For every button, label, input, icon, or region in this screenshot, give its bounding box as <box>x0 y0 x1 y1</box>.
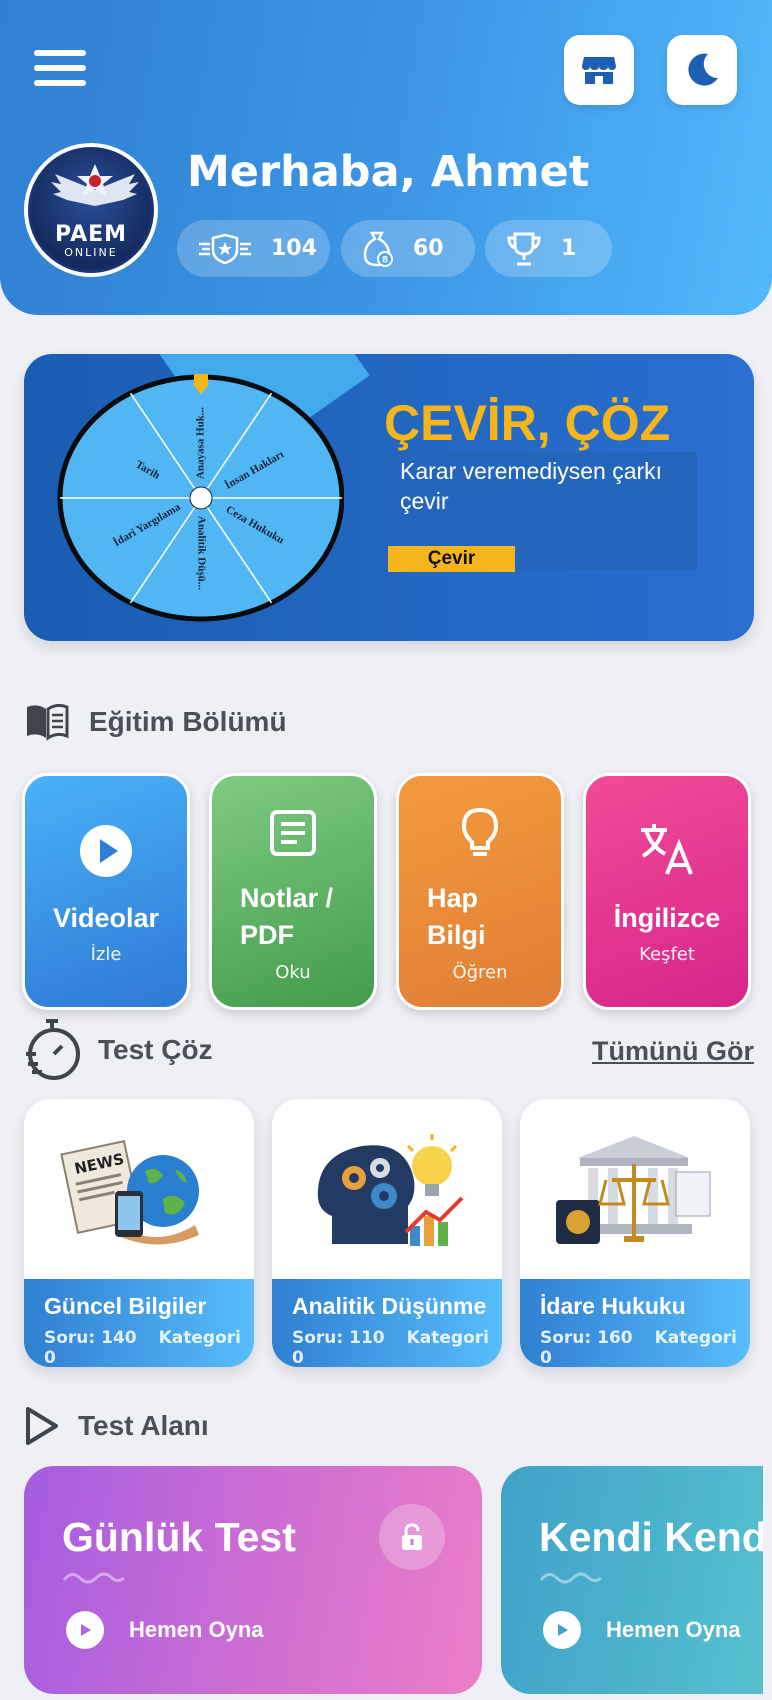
self-play-now-button[interactable]: Hemen Oyna <box>543 1611 741 1649</box>
spin-button[interactable]: Çevir <box>388 546 515 572</box>
dark-mode-button[interactable] <box>667 35 737 105</box>
question-count: Soru: 110 <box>292 1328 385 1348</box>
notes-pdf-title: Notlar / PDF <box>240 883 334 950</box>
play-now-label: Hemen Oyna <box>129 1617 264 1642</box>
videos-subtitle: İzle <box>90 944 122 965</box>
spin-wheel[interactable]: Anayasa Huk... İnsan HaklarıCeza HukukuAn… <box>54 374 344 624</box>
book-icon <box>27 703 69 741</box>
brain-gears-image <box>272 1099 502 1279</box>
header: PAEM ONLINE Merhaba, Ahmet 104 8 60 1 <box>0 0 772 315</box>
play-icon <box>66 1611 104 1649</box>
test-title: Test Çöz <box>98 1034 213 1065</box>
play-icon <box>543 1611 581 1649</box>
test-card-title: Analitik Düşünme <box>292 1293 487 1319</box>
lightbulb-icon <box>461 807 499 856</box>
spin-wheel-banner[interactable]: Anayasa Huk... İnsan Hakları Ceza Hukuku An… <box>24 354 754 641</box>
play-now-label: Hemen Oyna <box>606 1617 741 1642</box>
education-title: Eğitim Bölümü <box>89 706 287 737</box>
test-section-header: Test Çöz <box>24 1018 213 1082</box>
quick-info-title: Hap Bilgi <box>427 883 486 950</box>
paem-logo: PAEM ONLINE <box>28 147 154 273</box>
self-test-card[interactable]: Kendi Kendine Hemen Oyna <box>501 1466 763 1694</box>
quick-info-subtitle: Öğren <box>452 962 508 983</box>
english-card[interactable]: İngilizce Keşfet <box>583 773 751 1010</box>
question-count: Soru: 160 <box>540 1328 633 1348</box>
wheel-segment-label: Analitik Düşü... <box>195 516 207 590</box>
store-icon <box>582 57 616 84</box>
test-card-analytic[interactable]: Analitik Düşünme Soru: 110 Kategori 0 <box>272 1099 502 1367</box>
videos-card[interactable]: Videolar İzle <box>22 773 190 1010</box>
play-outline-icon <box>26 1407 58 1445</box>
translate-icon <box>641 824 693 875</box>
menu-icon[interactable] <box>34 50 86 90</box>
test-card-title: Güncel Bilgiler <box>44 1293 207 1319</box>
lock-icon <box>402 1523 422 1550</box>
courthouse-scales-image <box>520 1099 750 1279</box>
coins-stat[interactable]: 8 60 <box>341 220 475 277</box>
rank-badge-icon <box>199 233 251 264</box>
notes-pdf-card[interactable]: Notlar / PDF Oku <box>209 773 377 1010</box>
test-card-administrative-law[interactable]: İdare Hukuku Soru: 160 Kategori 0 <box>520 1099 750 1367</box>
logo-subtitle: ONLINE <box>64 246 118 259</box>
question-count: Soru: 140 <box>44 1328 137 1348</box>
greeting: Merhaba, Ahmet <box>187 147 590 197</box>
document-icon <box>270 810 316 856</box>
english-subtitle: Keşfet <box>639 944 695 965</box>
daily-play-now-button[interactable]: Hemen Oyna <box>66 1611 264 1649</box>
play-circle-icon <box>80 825 132 877</box>
see-all-link[interactable]: Tümünü Gör <box>592 1036 754 1067</box>
lock-button[interactable] <box>379 1504 445 1570</box>
news-globe-image: NEWS <box>24 1099 254 1279</box>
coin-bag-icon: 8 <box>363 231 393 267</box>
wheel-hub <box>189 486 213 510</box>
daily-test-title: Günlük Test <box>62 1514 296 1560</box>
squiggle-decoration <box>62 1572 125 1584</box>
squiggle-decoration <box>539 1572 602 1584</box>
trophy-icon <box>507 232 541 265</box>
store-button[interactable] <box>564 35 634 105</box>
svg-text:8: 8 <box>382 255 388 265</box>
test-card-title: İdare Hukuku <box>540 1293 686 1319</box>
rank-value: 104 <box>271 236 317 261</box>
stopwatch-icon <box>26 1019 80 1080</box>
daily-test-card[interactable]: Günlük Test Hemen Oyna <box>24 1466 482 1694</box>
banner-title: ÇEVİR, ÇÖZ <box>384 395 671 451</box>
trophy-stat[interactable]: 1 <box>485 220 612 277</box>
quick-info-card[interactable]: Hap Bilgi Öğren <box>396 773 564 1010</box>
trophy-value: 1 <box>561 236 577 261</box>
videos-title: Videolar <box>52 903 160 933</box>
coins-value: 60 <box>413 236 444 261</box>
education-section-header: Eğitim Bölümü <box>24 703 287 741</box>
avatar[interactable]: PAEM ONLINE <box>24 143 158 277</box>
test-area-section-header: Test Alanı <box>24 1405 209 1447</box>
logo-title: PAEM <box>54 222 128 247</box>
test-card-current-info[interactable]: NEWS Güncel Bilgiler Soru: 140 Kategori 0 <box>24 1099 254 1367</box>
wheel-segment-label: Anayasa Huk... <box>195 407 207 479</box>
banner-description: Karar veremediysen çarkı çevir <box>400 458 663 514</box>
self-test-title: Kendi Kendine <box>539 1514 763 1560</box>
notes-pdf-subtitle: Oku <box>275 962 311 983</box>
rank-stat[interactable]: 104 <box>177 220 330 277</box>
english-title: İngilizce <box>613 903 721 933</box>
test-area-title: Test Alanı <box>78 1410 209 1441</box>
moon-icon <box>688 53 718 86</box>
